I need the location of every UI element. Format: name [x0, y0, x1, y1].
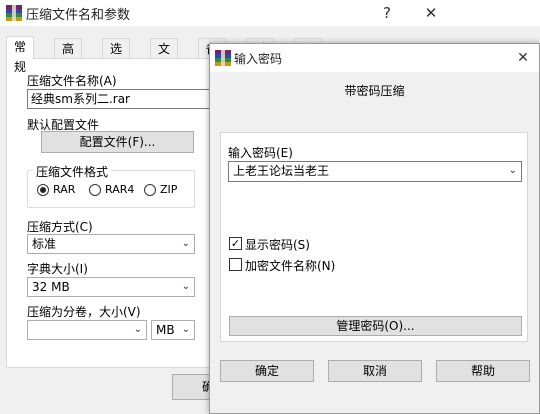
- encrypt-names-label: 加密文件名称(N): [245, 259, 336, 273]
- format-rar-label: RAR: [53, 183, 76, 196]
- help-icon[interactable]: ?: [372, 2, 402, 24]
- dictionary-label: 字典大小(I): [27, 262, 88, 276]
- format-rar4-radio[interactable]: [89, 184, 101, 196]
- dialog-title: 输入密码: [234, 52, 283, 66]
- organize-passwords-button[interactable]: 管理密码(O)...: [229, 316, 522, 336]
- format-zip-label: ZIP: [160, 183, 178, 196]
- winrar-icon: [6, 5, 22, 21]
- method-select[interactable]: 标准 ⌄: [27, 234, 195, 254]
- method-label: 压缩方式(C): [27, 220, 93, 234]
- dialog-ok-button[interactable]: 确定: [220, 360, 314, 382]
- check-icon: ✓: [230, 237, 241, 250]
- format-rar4-label: RAR4: [105, 183, 135, 196]
- title-bar: 压缩文件名和参数 ? ✕: [0, 0, 540, 26]
- dictionary-value: 32 MB: [32, 280, 70, 294]
- chevron-down-icon: ⌄: [181, 281, 190, 292]
- password-label: 输入密码(E): [228, 146, 293, 160]
- dialog-help-button[interactable]: 帮助: [436, 360, 530, 382]
- split-size-combo[interactable]: ⌄: [27, 320, 147, 340]
- winrar-icon: [215, 50, 231, 66]
- dictionary-select[interactable]: 32 MB ⌄: [27, 277, 195, 297]
- archive-name-field[interactable]: 经典sm系列二.rar: [27, 89, 227, 109]
- chevron-down-icon: ⌄: [181, 324, 190, 335]
- chevron-down-icon: ⌄: [508, 165, 517, 176]
- dialog-cancel-button[interactable]: 取消: [328, 360, 422, 382]
- tab-general[interactable]: 常规: [6, 36, 35, 74]
- method-value: 标准: [32, 237, 57, 251]
- split-unit-select[interactable]: MB ⌄: [151, 320, 195, 340]
- chevron-down-icon: ⌄: [181, 238, 190, 249]
- tab-options[interactable]: 选项: [102, 38, 131, 76]
- show-password-checkbox[interactable]: ✓: [229, 237, 242, 250]
- close-icon[interactable]: ✕: [508, 47, 538, 69]
- dialog-title-bar: 输入密码 ✕: [210, 44, 539, 72]
- enter-password-dialog: 输入密码 ✕ 带密码压缩 输入密码(E) 上老王论坛当老王 ⌄ ✓ 显示密码(S…: [209, 43, 540, 414]
- chevron-down-icon: ⌄: [133, 324, 142, 335]
- split-unit-value: MB: [156, 323, 175, 337]
- format-zip-radio[interactable]: [144, 184, 156, 196]
- close-icon[interactable]: ✕: [416, 2, 446, 24]
- tab-files[interactable]: 文件: [150, 38, 179, 76]
- window-title: 压缩文件名和参数: [26, 8, 131, 23]
- profiles-button[interactable]: 配置文件(F)...: [41, 131, 194, 153]
- archive-format-title: 压缩文件格式: [33, 163, 112, 180]
- dialog-heading: 带密码压缩: [344, 84, 405, 98]
- password-input[interactable]: 上老王论坛当老王 ⌄: [228, 161, 522, 182]
- archive-name-label: 压缩文件名称(A): [27, 74, 117, 88]
- tab-advanced[interactable]: 高级: [54, 38, 83, 76]
- show-password-label: 显示密码(S): [245, 238, 310, 252]
- password-value: 上老王论坛当老王: [233, 164, 330, 178]
- format-rar-radio[interactable]: [37, 184, 49, 196]
- split-volumes-label: 压缩为分卷，大小(V): [27, 305, 141, 319]
- encrypt-names-checkbox[interactable]: [229, 258, 242, 271]
